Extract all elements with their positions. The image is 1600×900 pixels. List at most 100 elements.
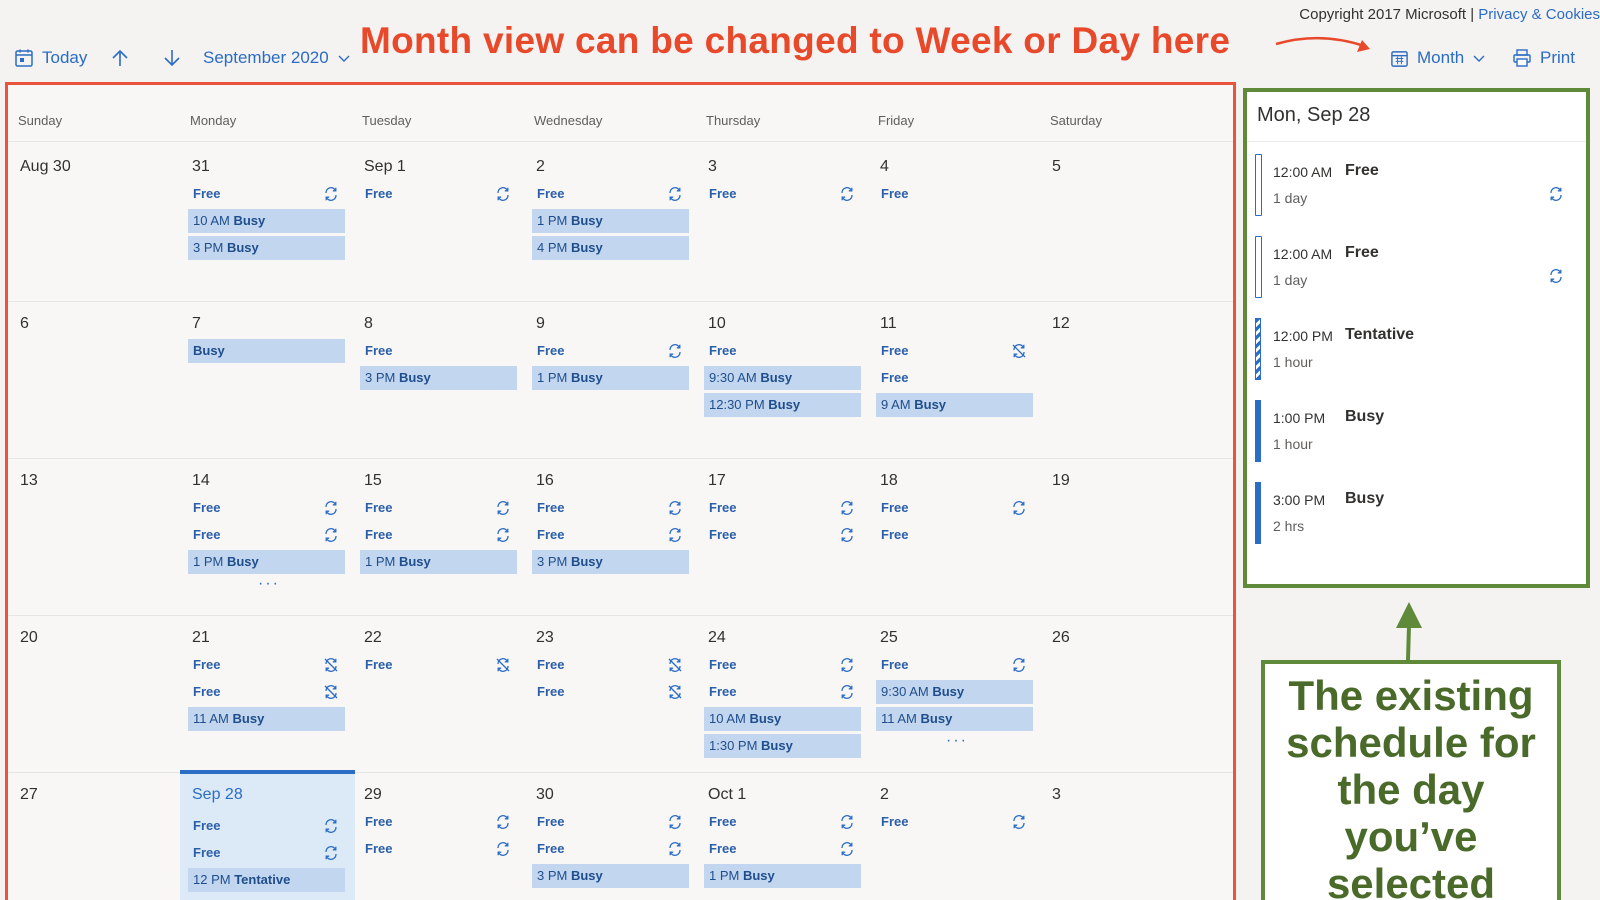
day-cell[interactable]: 25 Free 9:30 AM Busy 11 AM Busy ··· (868, 613, 1043, 773)
event-chip[interactable]: Free (704, 523, 861, 547)
day-cell[interactable]: 19 (1040, 456, 1215, 616)
view-switcher-dropdown[interactable]: Month (1390, 40, 1486, 76)
event-chip[interactable]: 1 PM Busy (360, 550, 517, 574)
event-chip[interactable]: Free (360, 339, 517, 363)
more-events-indicator[interactable]: ··· (946, 732, 968, 750)
day-cell-selected[interactable]: Sep 28 Free Free 12 PM Tentative (180, 770, 355, 900)
day-cell[interactable]: 27 (8, 770, 183, 900)
event-chip[interactable]: Free (532, 496, 689, 520)
event-chip[interactable]: 1 PM Busy (188, 550, 345, 574)
event-chip[interactable]: 3 PM Busy (532, 864, 689, 888)
event-chip[interactable]: 11 AM Busy (876, 707, 1033, 731)
event-chip[interactable]: Free (188, 182, 345, 206)
event-chip[interactable]: Free (532, 523, 689, 547)
day-cell[interactable]: 16 Free Free 3 PM Busy (524, 456, 699, 616)
day-cell[interactable]: 26 (1040, 613, 1215, 773)
agenda-item[interactable]: 12:00 AM Free 1 day (1247, 236, 1586, 298)
event-chip[interactable]: Free (360, 810, 517, 834)
event-chip[interactable]: Free (188, 496, 345, 520)
day-cell[interactable]: 17 Free Free (696, 456, 871, 616)
day-cell[interactable]: Aug 30 (8, 142, 183, 302)
event-chip[interactable]: Free (360, 837, 517, 861)
event-chip[interactable]: Free (532, 810, 689, 834)
day-cell[interactable]: 20 (8, 613, 183, 773)
event-chip[interactable]: Free (188, 680, 345, 704)
event-chip[interactable]: 3 PM Busy (532, 550, 689, 574)
event-chip[interactable]: 1 PM Busy (532, 366, 689, 390)
privacy-cookies-link[interactable]: Privacy & Cookies (1478, 6, 1600, 23)
day-cell[interactable]: 29 Free Free (352, 770, 527, 900)
event-chip[interactable]: Free (704, 810, 861, 834)
day-cell[interactable]: 2 Free (868, 770, 1043, 900)
day-cell[interactable]: 24 Free Free 10 AM Busy 1:30 PM Busy (696, 613, 871, 773)
event-chip[interactable]: Free (876, 523, 1033, 547)
event-chip[interactable]: Free (532, 182, 689, 206)
event-chip[interactable]: Free (704, 680, 861, 704)
more-events-indicator[interactable]: ··· (258, 575, 280, 593)
event-chip[interactable]: 12:30 PM Busy (704, 393, 861, 417)
event-chip[interactable]: Free (876, 182, 1033, 206)
event-chip[interactable]: 9:30 AM Busy (704, 366, 861, 390)
event-chip[interactable]: Free (876, 653, 1033, 677)
day-cell[interactable]: 4 Free (868, 142, 1043, 302)
event-chip[interactable]: Free (532, 339, 689, 363)
day-cell[interactable]: Sep 1 Free (352, 142, 527, 302)
day-cell[interactable]: 6 (8, 299, 183, 459)
event-chip[interactable]: Free (532, 680, 689, 704)
event-chip[interactable]: 9 AM Busy (876, 393, 1033, 417)
day-cell[interactable]: 3 Free (696, 142, 871, 302)
event-chip[interactable]: Free (704, 653, 861, 677)
event-chip[interactable]: 10 AM Busy (188, 209, 345, 233)
event-chip[interactable]: Free (188, 653, 345, 677)
event-chip[interactable]: Free (704, 182, 861, 206)
event-chip[interactable]: Free (704, 339, 861, 363)
day-cell[interactable]: Oct 1 Free Free 1 PM Busy (696, 770, 871, 900)
event-chip[interactable]: Free (360, 496, 517, 520)
event-chip[interactable]: 10 AM Busy (704, 707, 861, 731)
agenda-item[interactable]: 3:00 PM Busy 2 hrs (1247, 482, 1586, 544)
day-cell[interactable]: 31 Free 10 AM Busy 3 PM Busy (180, 142, 355, 302)
next-month-button[interactable] (162, 40, 182, 76)
day-cell[interactable]: 3 (1040, 770, 1215, 900)
event-chip[interactable]: Free (360, 653, 517, 677)
day-cell[interactable]: 9 Free 1 PM Busy (524, 299, 699, 459)
event-chip[interactable]: 3 PM Busy (188, 236, 345, 260)
event-chip[interactable]: Free (360, 182, 517, 206)
day-cell[interactable]: 5 (1040, 142, 1215, 302)
event-chip[interactable]: Free (360, 523, 517, 547)
event-chip[interactable]: Free (532, 837, 689, 861)
day-cell[interactable]: 13 (8, 456, 183, 616)
event-chip[interactable]: 1 PM Busy (704, 864, 861, 888)
event-chip[interactable]: 1 PM Busy (532, 209, 689, 233)
day-cell[interactable]: 21 Free Free 11 AM Busy (180, 613, 355, 773)
day-cell[interactable]: 10 Free 9:30 AM Busy 12:30 PM Busy (696, 299, 871, 459)
event-chip[interactable]: Busy (188, 339, 345, 363)
previous-month-button[interactable] (110, 40, 130, 76)
month-picker-dropdown[interactable]: September 2020 (203, 40, 351, 76)
event-chip[interactable]: 9:30 AM Busy (876, 680, 1033, 704)
day-cell[interactable]: 22 Free (352, 613, 527, 773)
day-cell[interactable]: 2 Free 1 PM Busy 4 PM Busy (524, 142, 699, 302)
day-cell[interactable]: 7 Busy (180, 299, 355, 459)
event-chip[interactable]: 1:30 PM Busy (704, 734, 861, 758)
event-chip[interactable]: Free (188, 841, 345, 865)
day-cell[interactable]: 15 Free Free 1 PM Busy (352, 456, 527, 616)
day-cell[interactable]: 18 Free Free (868, 456, 1043, 616)
day-cell[interactable]: 12 (1040, 299, 1215, 459)
event-chip[interactable]: Free (188, 814, 345, 838)
agenda-item[interactable]: 12:00 AM Free 1 day (1247, 154, 1586, 216)
day-cell[interactable]: 8 Free 3 PM Busy (352, 299, 527, 459)
event-chip[interactable]: Free (876, 496, 1033, 520)
agenda-item[interactable]: 12:00 PM Tentative 1 hour (1247, 318, 1586, 380)
day-cell[interactable]: 11 Free Free 9 AM Busy (868, 299, 1043, 459)
event-chip[interactable]: 12 PM Tentative (188, 868, 345, 892)
print-button[interactable]: Print (1512, 40, 1575, 76)
day-cell[interactable]: 23 Free Free (524, 613, 699, 773)
event-chip[interactable]: Free (876, 339, 1033, 363)
day-cell[interactable]: 30 Free Free 3 PM Busy (524, 770, 699, 900)
event-chip[interactable]: 11 AM Busy (188, 707, 345, 731)
event-chip[interactable]: Free (876, 366, 1033, 390)
day-cell[interactable]: 14 Free Free 1 PM Busy ··· (180, 456, 355, 616)
today-button[interactable]: Today (14, 40, 87, 76)
event-chip[interactable]: 3 PM Busy (360, 366, 517, 390)
